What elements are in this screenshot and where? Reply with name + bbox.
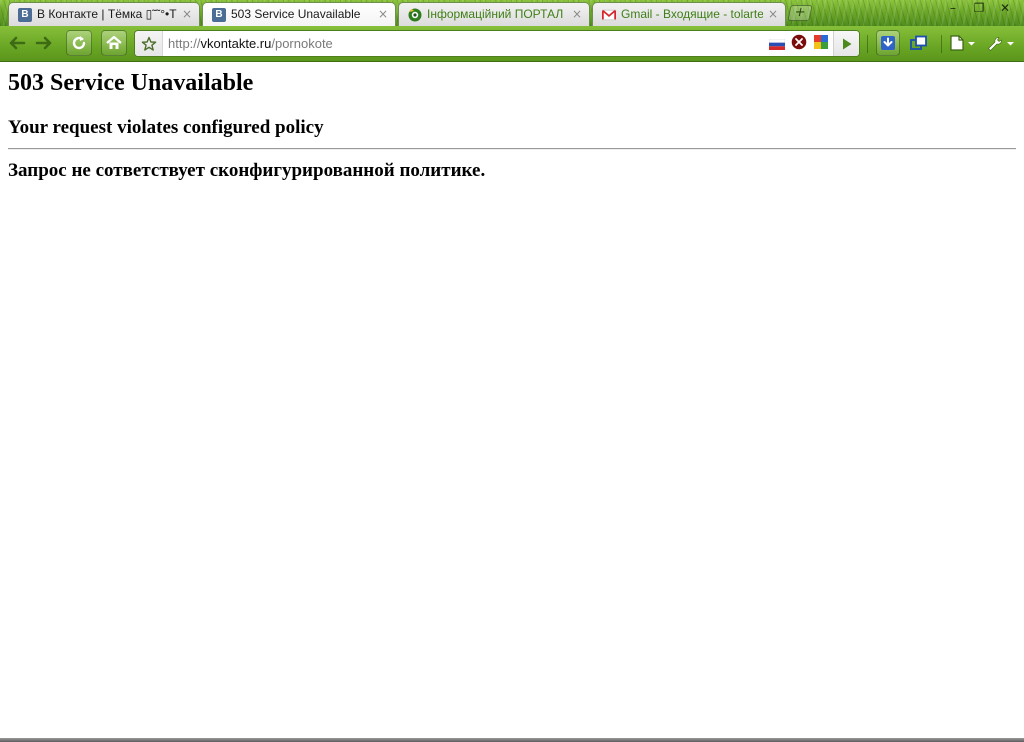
tab-strip: B В Контакте | Тёмка ▯˜˜°•Т▯... × B 503 … <box>0 0 1024 26</box>
play-icon <box>842 38 851 49</box>
tab-title: Інформаційний ПОРТАЛ ... <box>427 7 567 21</box>
windows-button[interactable] <box>907 30 931 56</box>
address-bar[interactable]: http://vkontakte.ru/pornokote <box>134 30 860 57</box>
close-icon[interactable]: × <box>378 6 388 22</box>
blocker-icon[interactable] <box>791 34 807 54</box>
portal-icon <box>408 8 422 22</box>
new-tab-button[interactable]: + <box>787 5 813 21</box>
vk-icon: B <box>18 8 32 22</box>
tab-title: В Контакте | Тёмка ▯˜˜°•Т▯... <box>37 7 177 21</box>
close-icon[interactable]: × <box>572 6 582 22</box>
reload-button[interactable] <box>66 30 92 56</box>
tab-title: 503 Service Unavailable <box>231 7 361 21</box>
window-controls: – ❐ ✕ <box>940 0 1018 20</box>
page-title: 503 Service Unavailable <box>8 70 254 96</box>
go-button[interactable] <box>833 31 859 56</box>
windows-icon <box>910 35 927 50</box>
reload-icon <box>72 36 86 50</box>
gmail-icon <box>602 8 616 22</box>
url-scheme: http:// <box>168 36 201 51</box>
close-icon[interactable]: × <box>182 6 192 22</box>
close-icon[interactable]: × <box>768 6 778 22</box>
address-bar-extension-icons <box>768 34 829 54</box>
page-menu-icon <box>950 35 975 51</box>
browser-toolbar: http://vkontakte.ru/pornokote <box>0 26 1024 62</box>
download-button[interactable] <box>876 30 900 56</box>
back-button[interactable] <box>4 30 30 56</box>
tab-vkontakte[interactable]: B В Контакте | Тёмка ▯˜˜°•Т▯... × <box>8 2 200 26</box>
tab-title: Gmail - Входящие - tolartem... <box>621 7 763 21</box>
wrench-menu-button[interactable] <box>985 30 1017 56</box>
home-button[interactable] <box>101 30 127 56</box>
forward-button[interactable] <box>31 30 57 56</box>
wrench-icon <box>988 37 1014 51</box>
divider <box>8 148 1016 150</box>
tab-portal[interactable]: Інформаційний ПОРТАЛ ... × <box>398 2 590 26</box>
page-content: 503 Service Unavailable Your request vio… <box>0 62 1024 738</box>
forward-arrow-icon <box>35 36 52 50</box>
page-menu-button[interactable] <box>948 30 978 56</box>
vk-icon: B <box>212 8 226 22</box>
taskbar-edge <box>0 738 1024 742</box>
tab-gmail[interactable]: Gmail - Входящие - tolartem... × <box>592 2 786 26</box>
color-palette-icon[interactable] <box>813 34 829 54</box>
policy-message-en: Your request violates configured policy <box>8 117 324 138</box>
url-text[interactable]: http://vkontakte.ru/pornokote <box>168 36 333 51</box>
download-icon <box>881 36 895 50</box>
russian-flag-icon[interactable] <box>768 35 786 54</box>
window-close-icon[interactable]: ✕ <box>992 0 1018 18</box>
url-host: vkontakte.ru <box>200 36 272 51</box>
tab-503-service-unavailable[interactable]: B 503 Service Unavailable × <box>202 2 396 26</box>
toolbar-separator <box>867 35 868 53</box>
policy-message-ru: Запрос не сответствует сконфигурированно… <box>8 160 486 181</box>
url-path: /pornokote <box>271 36 333 51</box>
home-icon <box>106 35 122 49</box>
toolbar-separator <box>941 35 942 53</box>
maximize-icon[interactable]: ❐ <box>966 0 992 18</box>
back-arrow-icon <box>9 36 26 50</box>
minimize-icon[interactable]: – <box>940 0 966 18</box>
bookmark-star-icon[interactable] <box>135 31 163 56</box>
